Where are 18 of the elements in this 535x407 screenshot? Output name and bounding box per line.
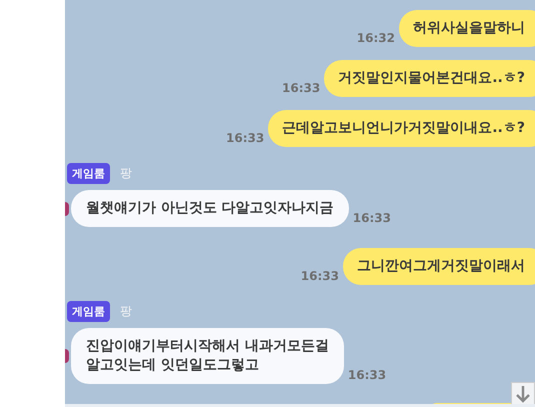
message-time: 16:32 xyxy=(356,31,395,45)
message-bubble: 근데알고보니언니가거짓말이내요..ㅎ? xyxy=(268,110,535,147)
message-bubble: 진압이얘기부터시작해서 내과거모든걸 알고잇는데 잇던일도그렇고 xyxy=(71,328,344,384)
scroll-down-button[interactable] xyxy=(511,382,535,404)
message-bubble: 거짓말인지물어본건대요..ㅎ? xyxy=(324,60,535,97)
message-bubble: 그니깐여그게거짓말이래서 xyxy=(343,248,535,285)
message-time: 16:33 xyxy=(348,368,386,382)
sender-name: 팡 xyxy=(120,303,132,320)
message-bubble: 월챗얘기가 아닌것도 다알고잇자나지금 xyxy=(71,190,349,227)
room-badge: 게임룸 xyxy=(67,163,110,184)
message-bubble: 허위사실을말하니 xyxy=(399,10,535,47)
room-badge: 게임룸 xyxy=(67,301,110,322)
down-arrow-icon xyxy=(515,385,531,403)
message-time: 16:33 xyxy=(226,131,264,145)
message-time: 16:33 xyxy=(352,211,391,225)
message-time: 16:33 xyxy=(300,269,339,283)
sender-name: 팡 xyxy=(120,165,132,182)
message-time: 16:33 xyxy=(282,81,320,95)
